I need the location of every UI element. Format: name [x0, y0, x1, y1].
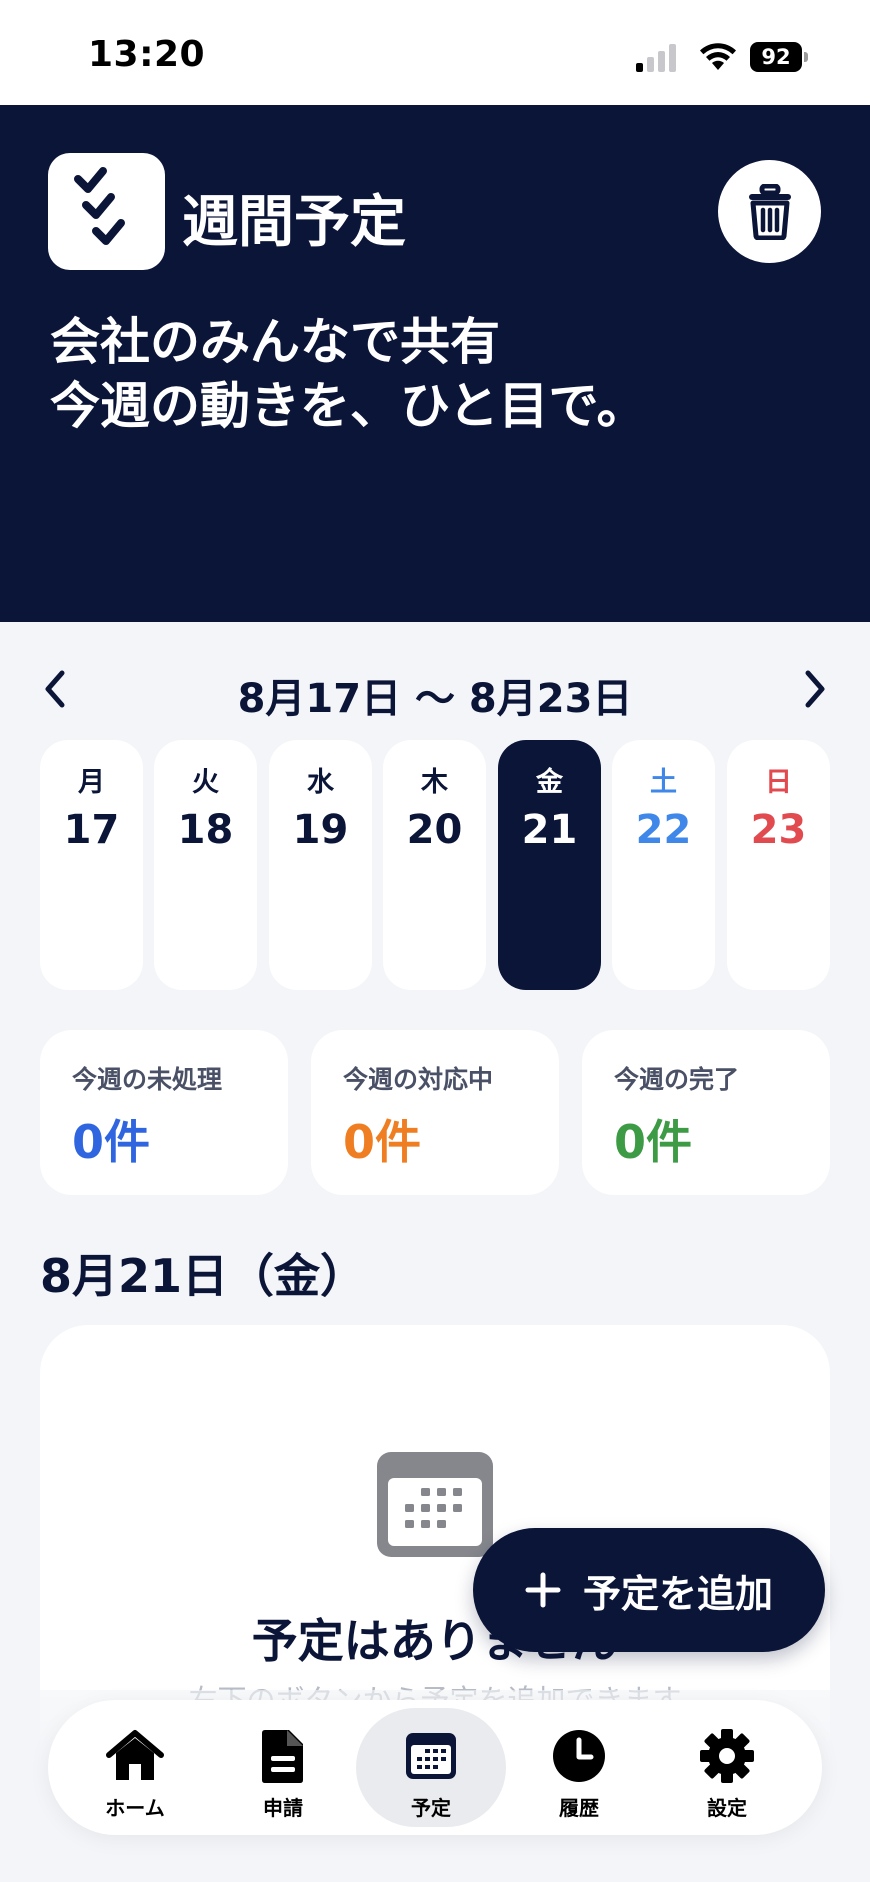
- app-logo-icon: [48, 153, 165, 270]
- plus-icon: [525, 1572, 561, 1608]
- day-of-week: 木: [421, 767, 448, 798]
- day-number: 21: [521, 807, 578, 853]
- day-number: 20: [406, 807, 463, 853]
- calendar-icon: [377, 1452, 493, 1557]
- week-navigation: 8月17日 〜 8月23日: [0, 660, 870, 722]
- day-thursday[interactable]: 木 20: [383, 740, 486, 990]
- chevron-right-icon: [805, 670, 825, 708]
- clock-icon: [553, 1730, 605, 1782]
- tab-label: 設定: [707, 1796, 747, 1820]
- day-of-week: 日: [765, 767, 792, 798]
- day-sunday[interactable]: 日 23: [727, 740, 830, 990]
- weekly-stats: 今週の未処理 0件 今週の対応中 0件 今週の完了 0件: [40, 1030, 830, 1195]
- home-icon: [106, 1730, 164, 1780]
- calendar-icon: [406, 1733, 456, 1779]
- tagline: 会社のみんなで共有 今週の動きを、ひと目で。: [50, 310, 647, 438]
- tab-label: 履歴: [559, 1796, 599, 1820]
- tab-schedule[interactable]: 予定: [356, 1708, 506, 1827]
- tab-label: ホーム: [105, 1796, 165, 1820]
- tab-home[interactable]: ホーム: [60, 1708, 210, 1827]
- add-schedule-button[interactable]: 予定を追加: [473, 1528, 825, 1652]
- status-bar: 13:20 92: [0, 0, 870, 105]
- day-of-week: 土: [650, 767, 677, 798]
- stat-label: 今週の対応中: [343, 1065, 494, 1094]
- week-range: 8月17日 〜 8月23日: [237, 676, 633, 722]
- hero-header: 週間予定 会社のみんなで共有 今週の動きを、ひと目で。: [0, 105, 870, 622]
- day-friday[interactable]: 金 21: [498, 740, 601, 990]
- cellular-signal-icon: [636, 42, 680, 72]
- day-of-week: 金: [536, 767, 563, 798]
- next-week-button[interactable]: [790, 664, 840, 714]
- day-number: 18: [177, 807, 234, 853]
- day-of-week: 水: [307, 767, 334, 798]
- battery-level: 92: [750, 42, 802, 72]
- stat-card-pending: 今週の未処理 0件: [40, 1030, 288, 1195]
- stat-card-in-progress: 今週の対応中 0件: [311, 1030, 559, 1195]
- day-number: 22: [635, 807, 692, 853]
- day-number: 23: [750, 807, 807, 853]
- app-title: 週間予定: [182, 190, 406, 255]
- add-schedule-label: 予定を追加: [582, 1571, 773, 1616]
- status-time: 13:20: [88, 34, 206, 75]
- stat-value: 0件: [614, 1115, 693, 1169]
- tab-label: 申請: [263, 1796, 303, 1820]
- day-number: 19: [292, 807, 349, 853]
- tagline-line-2: 今週の動きを、ひと目で。: [50, 377, 647, 435]
- stat-value: 0件: [343, 1115, 422, 1169]
- day-selector: 月 17 火 18 水 19 木 20 金 21 土 22 日 23: [40, 740, 830, 990]
- stat-card-completed: 今週の完了 0件: [582, 1030, 830, 1195]
- delete-button[interactable]: [718, 160, 821, 263]
- stat-label: 今週の未処理: [72, 1065, 223, 1094]
- document-icon: [262, 1730, 303, 1783]
- battery-icon: 92: [750, 42, 808, 72]
- selected-date-heading: 8月21日（金）: [40, 1249, 367, 1303]
- bottom-tab-bar: ホーム 申請 予定 履歴 設定: [48, 1700, 822, 1835]
- stat-value: 0件: [72, 1115, 151, 1169]
- day-wednesday[interactable]: 水 19: [269, 740, 372, 990]
- gear-icon: [700, 1729, 754, 1783]
- day-of-week: 火: [192, 767, 219, 798]
- day-of-week: 月: [78, 767, 105, 798]
- day-tuesday[interactable]: 火 18: [154, 740, 257, 990]
- tab-label: 予定: [411, 1796, 451, 1820]
- stat-label: 今週の完了: [614, 1065, 740, 1094]
- tab-history[interactable]: 履歴: [504, 1708, 654, 1827]
- day-number: 17: [63, 807, 120, 853]
- tab-application[interactable]: 申請: [208, 1708, 358, 1827]
- tab-settings[interactable]: 設定: [652, 1708, 802, 1827]
- wifi-icon: [700, 43, 736, 70]
- day-monday[interactable]: 月 17: [40, 740, 143, 990]
- trash-icon: [748, 183, 791, 240]
- day-saturday[interactable]: 土 22: [612, 740, 715, 990]
- tagline-line-1: 会社のみんなで共有: [50, 313, 500, 371]
